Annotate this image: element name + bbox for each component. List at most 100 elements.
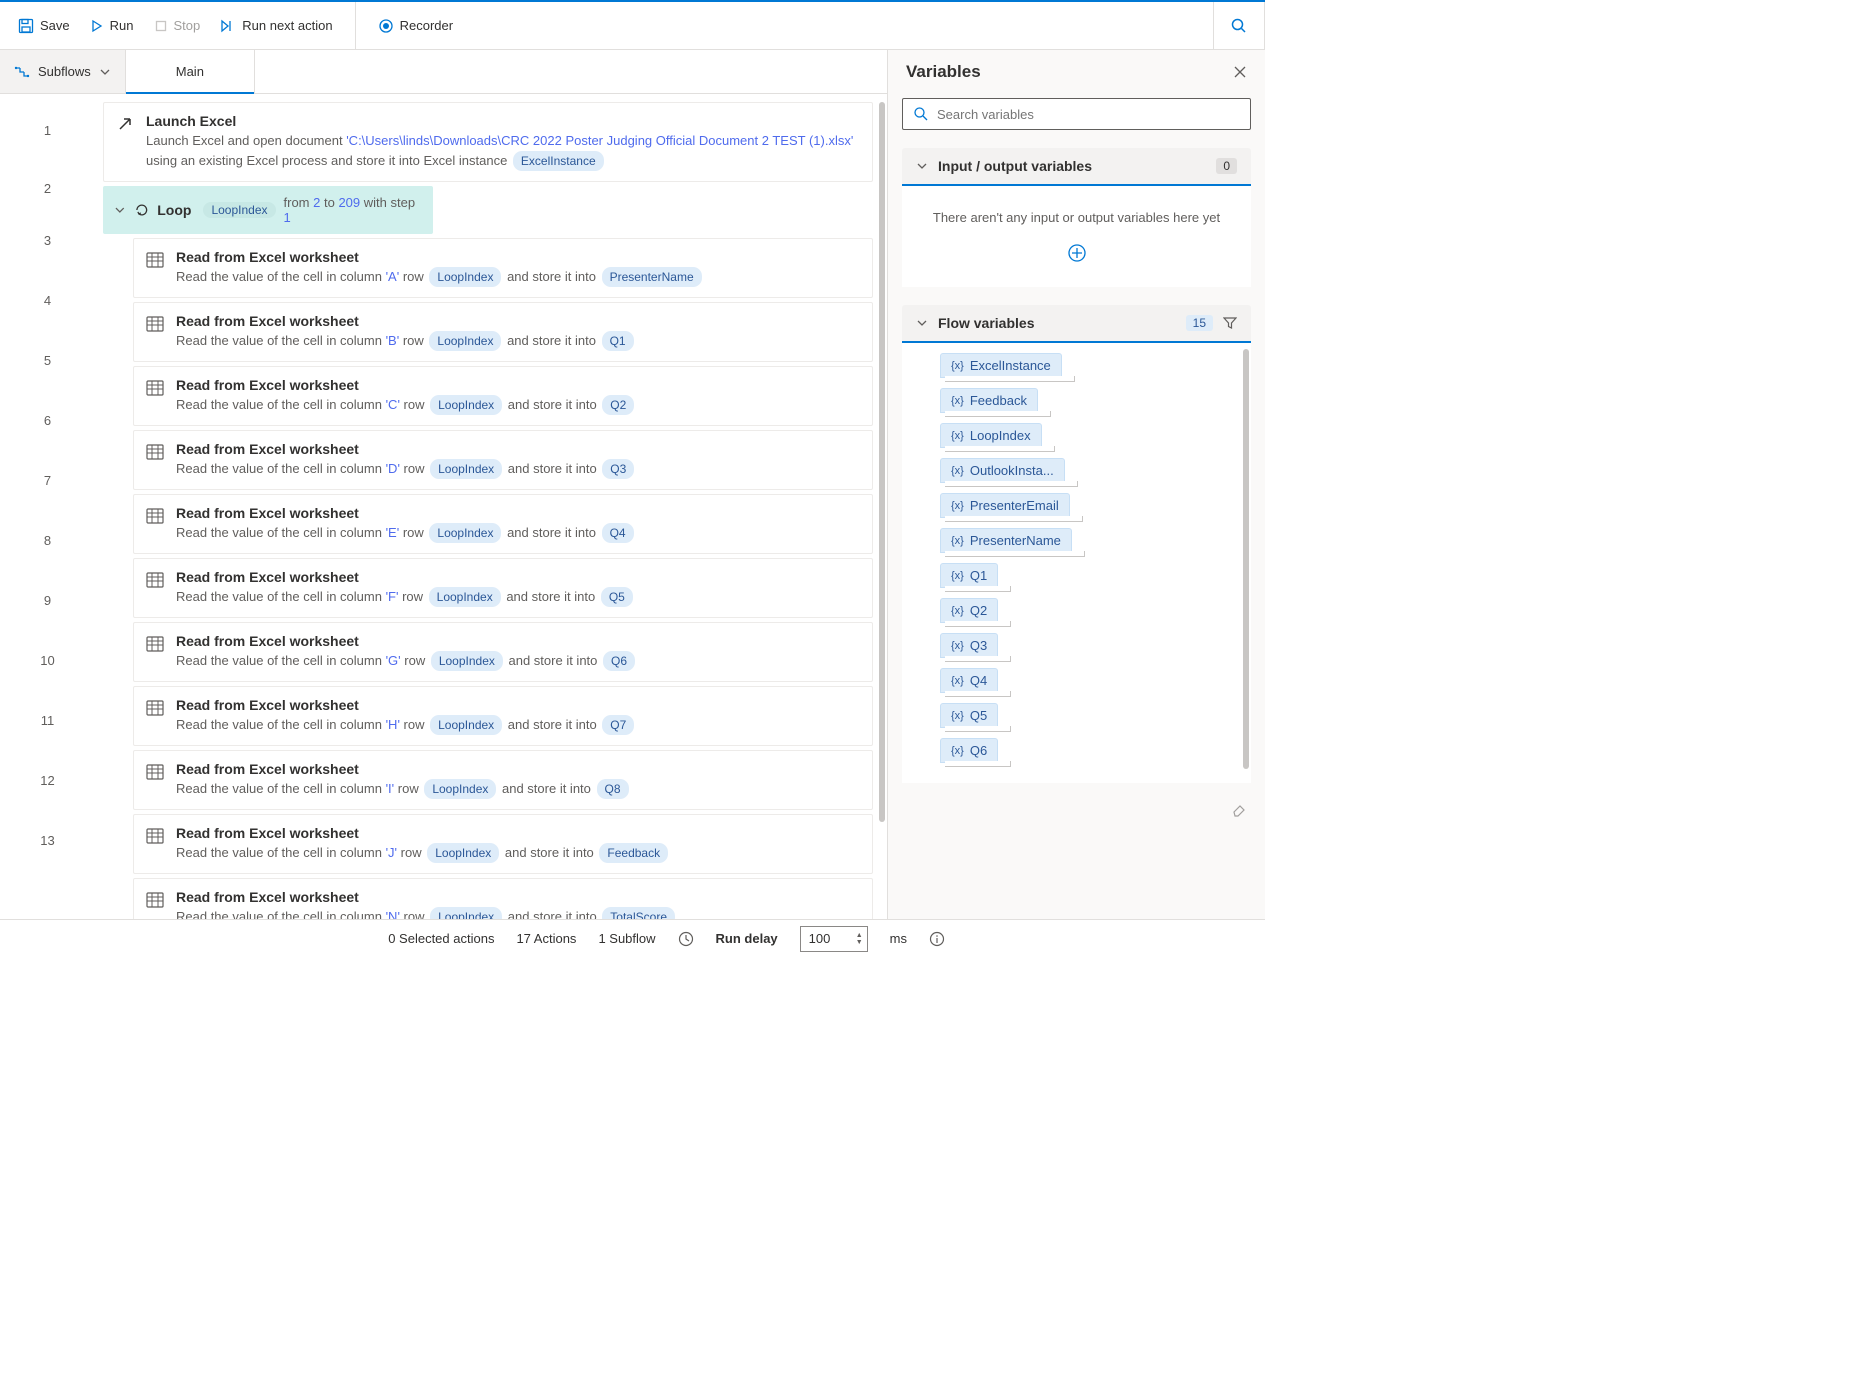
save-icon <box>18 18 34 34</box>
flow-variable-item[interactable]: {x}Q6 <box>940 738 1237 763</box>
actions-area: 12345678910111213 Launch ExcelLaunch Exc… <box>0 94 887 919</box>
read-excel-action[interactable]: Read from Excel worksheetRead the value … <box>133 558 873 618</box>
delay-spinner[interactable]: ▲▼ <box>856 932 863 946</box>
launch-excel-action[interactable]: Launch ExcelLaunch Excel and open docume… <box>103 102 873 182</box>
line-number: 2 <box>0 166 95 210</box>
chevron-down-icon <box>916 160 928 172</box>
line-number: 6 <box>0 390 95 450</box>
excel-icon <box>146 571 164 589</box>
flow-scrollbar-thumb[interactable] <box>1243 349 1249 769</box>
record-icon <box>378 18 394 34</box>
flow-variable-item[interactable]: {x}Feedback <box>940 388 1237 413</box>
toolbar: Save Run Stop Run next action Recorder <box>0 2 1265 50</box>
status-subflows: 1 Subflow <box>598 931 655 946</box>
flow-variable-item[interactable]: {x}Q3 <box>940 633 1237 658</box>
line-number: 4 <box>0 270 95 330</box>
recorder-label: Recorder <box>400 18 453 33</box>
line-number: 1 <box>0 94 95 166</box>
io-title: Input / output variables <box>938 158 1206 174</box>
app-root: Save Run Stop Run next action Recorder <box>0 0 1265 957</box>
tabs-row: Subflows Main <box>0 50 887 94</box>
main-area: Subflows Main 12345678910111213 Launch E… <box>0 50 1265 919</box>
read-excel-action[interactable]: Read from Excel worksheetRead the value … <box>133 494 873 554</box>
line-number: 7 <box>0 450 95 510</box>
io-section-header[interactable]: Input / output variables 0 <box>902 148 1251 186</box>
tab-main[interactable]: Main <box>126 50 255 93</box>
read-excel-action[interactable]: Read from Excel worksheetRead the value … <box>133 686 873 746</box>
recorder-button[interactable]: Recorder <box>368 12 463 40</box>
editor-column: Subflows Main 12345678910111213 Launch E… <box>0 50 887 919</box>
excel-icon <box>146 315 164 333</box>
status-selected: 0 Selected actions <box>388 931 494 946</box>
run-next-button[interactable]: Run next action <box>210 12 342 39</box>
read-excel-action[interactable]: Read from Excel worksheetRead the value … <box>133 750 873 810</box>
line-number: 5 <box>0 330 95 390</box>
scrollbar-thumb[interactable] <box>879 102 885 822</box>
chevron-down-icon <box>916 317 928 329</box>
read-excel-action[interactable]: Read from Excel worksheetRead the value … <box>133 814 873 874</box>
ms-label: ms <box>890 931 907 946</box>
excel-icon <box>146 379 164 397</box>
run-delay-input[interactable]: 100 ▲▼ <box>800 926 868 952</box>
excel-icon <box>146 763 164 781</box>
read-excel-action[interactable]: Read from Excel worksheetRead the value … <box>133 366 873 426</box>
save-label: Save <box>40 18 70 33</box>
add-io-variable[interactable] <box>916 243 1237 271</box>
stop-icon <box>154 19 168 33</box>
line-number: 11 <box>0 690 95 750</box>
search-button[interactable] <box>1213 2 1265 50</box>
excel-icon <box>146 251 164 269</box>
flow-variable-item[interactable]: {x}OutlookInsta... <box>940 458 1237 483</box>
flow-variable-item[interactable]: {x}ExcelInstance <box>940 353 1237 378</box>
flow-variable-item[interactable]: {x}Q1 <box>940 563 1237 588</box>
flow-variable-item[interactable]: {x}PresenterName <box>940 528 1237 553</box>
io-empty-text: There aren't any input or output variabl… <box>916 202 1237 243</box>
variables-title: Variables <box>906 62 981 82</box>
flow-variables-section: Flow variables 15 {x}ExcelInstance {x}Fee… <box>902 305 1251 783</box>
subflows-label: Subflows <box>38 64 91 79</box>
subflows-button[interactable]: Subflows <box>0 50 126 93</box>
excel-icon <box>146 635 164 653</box>
flow-variable-item[interactable]: {x}Q4 <box>940 668 1237 693</box>
clock-icon <box>678 931 694 947</box>
read-excel-action[interactable]: Read from Excel worksheetRead the value … <box>133 302 873 362</box>
variables-search-input[interactable] <box>937 107 1240 122</box>
info-icon[interactable] <box>929 931 945 947</box>
save-button[interactable]: Save <box>8 12 80 40</box>
stop-button: Stop <box>144 12 211 39</box>
variables-search[interactable] <box>902 98 1251 130</box>
run-next-label: Run next action <box>242 18 332 33</box>
run-delay-label: Run delay <box>716 931 778 946</box>
run-button[interactable]: Run <box>80 12 144 39</box>
tab-main-label: Main <box>176 64 204 79</box>
scrollbar[interactable] <box>879 102 885 892</box>
chevron-down-icon <box>99 66 111 78</box>
eraser-icon[interactable] <box>1231 801 1247 817</box>
plus-circle-icon <box>1067 243 1087 263</box>
excel-icon <box>146 827 164 845</box>
flow-variable-item[interactable]: {x}Q5 <box>940 703 1237 728</box>
loop-action[interactable]: LoopLoopIndexfrom 2 to 209 with step 1 <box>103 186 433 234</box>
filter-icon[interactable] <box>1223 316 1237 330</box>
action-list[interactable]: Launch ExcelLaunch Excel and open docume… <box>95 94 887 919</box>
line-number: 8 <box>0 510 95 570</box>
variables-header: Variables <box>888 50 1265 90</box>
step-icon <box>220 19 236 33</box>
excel-icon <box>146 891 164 909</box>
delay-value: 100 <box>809 931 831 946</box>
read-excel-action[interactable]: Read from Excel worksheetRead the value … <box>133 878 873 920</box>
launch-icon <box>116 115 134 133</box>
read-excel-action[interactable]: Read from Excel worksheetRead the value … <box>133 430 873 490</box>
read-excel-action[interactable]: Read from Excel worksheetRead the value … <box>133 238 873 298</box>
eraser-row <box>888 795 1265 821</box>
flow-variable-item[interactable]: {x}PresenterEmail <box>940 493 1237 518</box>
flow-count-badge: 15 <box>1186 315 1213 331</box>
close-icon[interactable] <box>1233 65 1247 79</box>
flow-variable-item[interactable]: {x}LoopIndex <box>940 423 1237 448</box>
flow-variable-item[interactable]: {x}Q2 <box>940 598 1237 623</box>
read-excel-action[interactable]: Read from Excel worksheetRead the value … <box>133 622 873 682</box>
run-label: Run <box>110 18 134 33</box>
flow-section-header[interactable]: Flow variables 15 <box>902 305 1251 343</box>
line-number: 10 <box>0 630 95 690</box>
status-actions: 17 Actions <box>516 931 576 946</box>
